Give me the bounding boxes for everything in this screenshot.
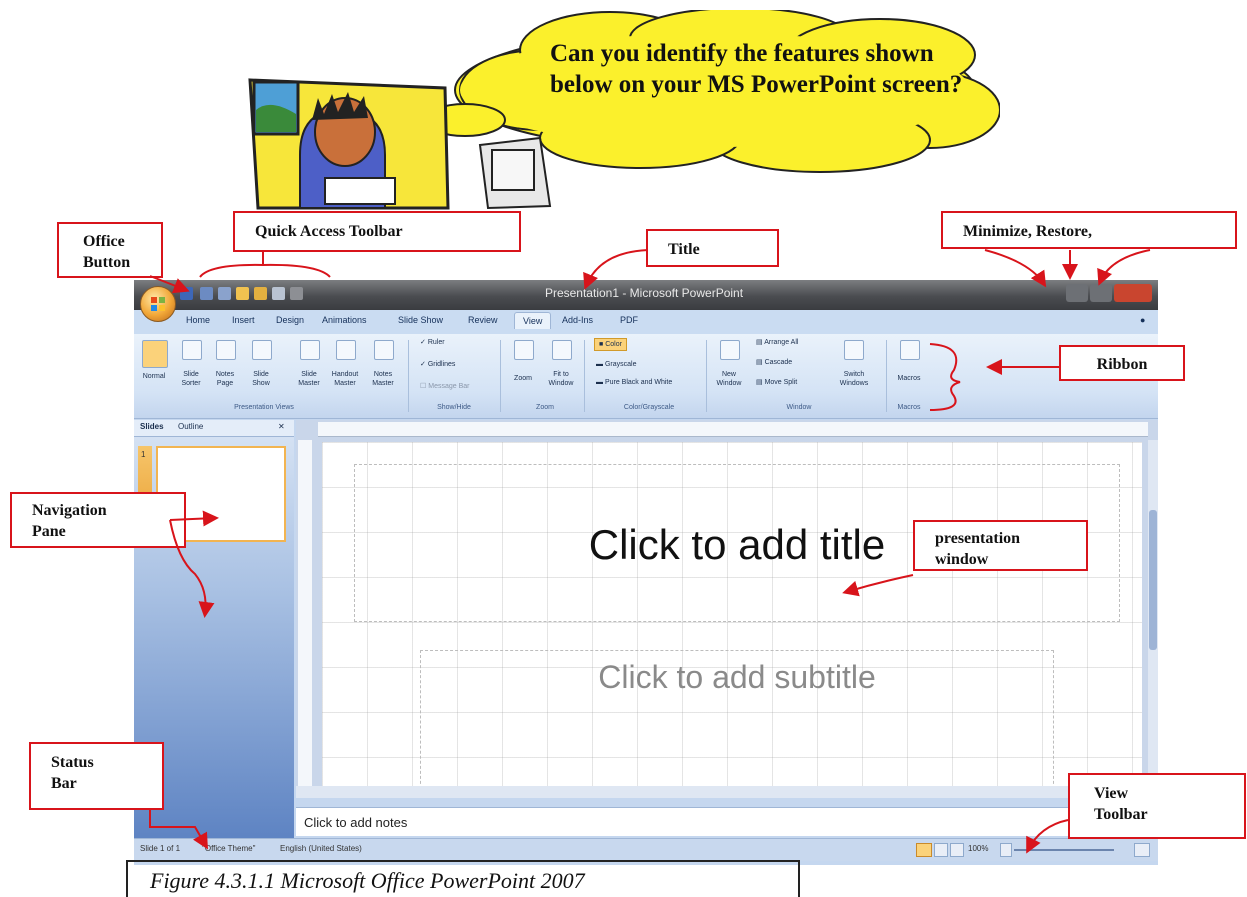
- figure-caption: Figure 4.3.1.1 Microsoft Office PowerPoi…: [126, 860, 800, 897]
- annotation-arrows: [149, 249, 1151, 854]
- office-button[interactable]: [140, 286, 176, 322]
- office-logo-icon: [151, 297, 165, 311]
